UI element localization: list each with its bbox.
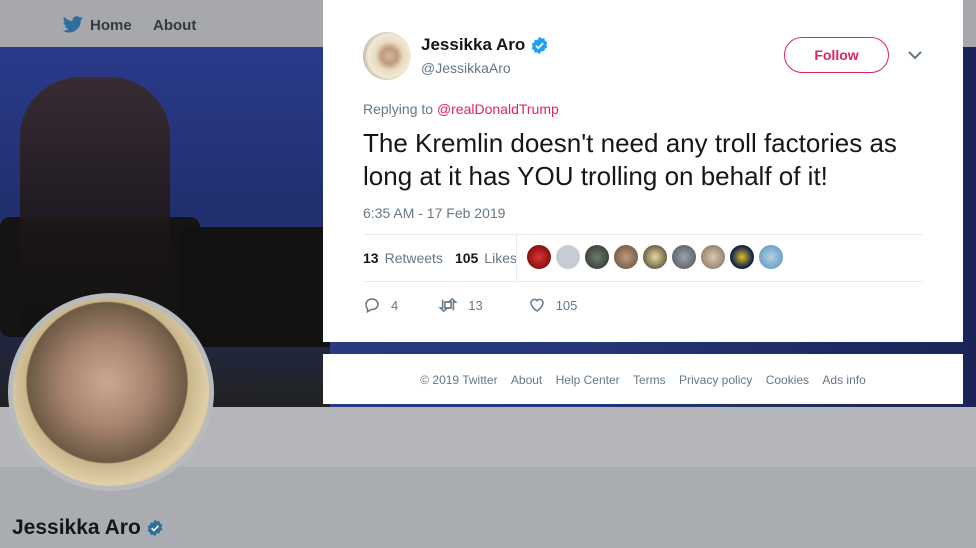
follow-button[interactable]: Follow xyxy=(784,37,889,73)
footer-link-ads-info[interactable]: Ads info xyxy=(822,373,865,387)
tweet-timestamp[interactable]: 6:35 AM - 17 Feb 2019 xyxy=(363,205,505,221)
footer-link-help-center[interactable]: Help Center xyxy=(556,373,620,387)
liker-avatar[interactable] xyxy=(614,245,638,269)
retweets-label: Retweets xyxy=(384,250,443,266)
likers-avatars xyxy=(527,245,788,269)
tweet-actions: 4 13 105 xyxy=(363,296,607,314)
tweet-stats: 13 Retweets 105 Likes xyxy=(363,250,529,266)
footer-link-privacy[interactable]: Privacy policy xyxy=(679,373,752,387)
liker-avatar[interactable] xyxy=(730,245,754,269)
heart-icon xyxy=(529,298,544,312)
footer-copyright: © 2019 Twitter xyxy=(420,373,498,387)
nav-about-label: About xyxy=(153,16,197,34)
retweet-icon xyxy=(438,297,458,313)
divider xyxy=(363,281,923,282)
verified-badge-icon xyxy=(147,519,163,537)
nav-about[interactable]: About xyxy=(153,14,196,36)
divider xyxy=(363,234,923,235)
likes-count: 105 xyxy=(454,250,479,266)
footer-link-cookies[interactable]: Cookies xyxy=(766,373,809,387)
replying-to-link[interactable]: @realDonaldTrump xyxy=(437,101,559,117)
liker-avatar[interactable] xyxy=(527,245,551,269)
footer-link-terms[interactable]: Terms xyxy=(633,373,666,387)
retweet-count: 13 xyxy=(468,297,483,313)
twitter-bird-icon xyxy=(62,16,83,33)
profile-name-text: Jessikka Aro xyxy=(12,516,141,539)
divider xyxy=(516,234,517,281)
verified-badge-icon xyxy=(531,36,548,54)
like-count: 105 xyxy=(555,297,578,313)
liker-avatar[interactable] xyxy=(701,245,725,269)
like-action[interactable]: 105 xyxy=(528,296,578,314)
retweets-count: 13 xyxy=(363,250,379,266)
profile-avatar[interactable] xyxy=(8,293,214,491)
retweets-stat[interactable]: 13 Retweets xyxy=(363,250,443,266)
author-name[interactable]: Jessikka Aro xyxy=(421,35,549,55)
footer: © 2019 Twitter About Help Center Terms P… xyxy=(323,354,963,404)
profile-name: Jessikka Aro xyxy=(12,516,164,540)
nav-home-label: Home xyxy=(90,16,132,34)
liker-avatar[interactable] xyxy=(585,245,609,269)
footer-link-about[interactable]: About xyxy=(511,373,542,387)
likes-stat[interactable]: 105 Likes xyxy=(455,250,517,266)
likes-label: Likes xyxy=(484,250,517,266)
replying-prefix: Replying to xyxy=(363,101,434,117)
tweet-card: Jessikka Aro @JessikkaAro Follow Replyin… xyxy=(323,0,963,342)
footer-links: © 2019 Twitter About Help Center Terms P… xyxy=(323,373,963,387)
liker-avatar[interactable] xyxy=(643,245,667,269)
replying-to: Replying to @realDonaldTrump xyxy=(363,101,559,117)
author-handle[interactable]: @JessikkaAro xyxy=(421,60,511,76)
reply-icon xyxy=(365,298,379,314)
author-avatar[interactable] xyxy=(363,32,411,80)
liker-avatar[interactable] xyxy=(556,245,580,269)
reply-action[interactable]: 4 xyxy=(363,296,398,314)
nav-home[interactable]: Home xyxy=(62,14,132,36)
tweet-text: The Kremlin doesn't need any troll facto… xyxy=(363,128,897,191)
liker-avatar[interactable] xyxy=(759,245,783,269)
liker-avatar[interactable] xyxy=(672,245,696,269)
reply-count: 4 xyxy=(391,297,399,313)
chevron-down-icon[interactable] xyxy=(907,49,923,61)
retweet-action[interactable]: 13 xyxy=(438,296,483,314)
author-name-text: Jessikka Aro xyxy=(421,35,526,54)
